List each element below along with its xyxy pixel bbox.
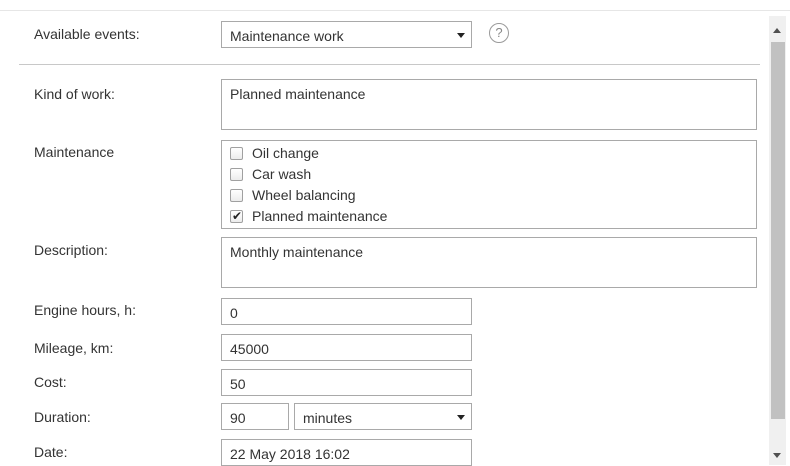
description-value: Monthly maintenance bbox=[230, 244, 364, 260]
checkbox[interactable] bbox=[230, 147, 243, 160]
check-mark-icon: ✔ bbox=[232, 209, 243, 223]
checkbox-label: Oil change bbox=[252, 145, 319, 161]
maintenance-event-form: Available events: Maintenance work ? Kin… bbox=[0, 0, 790, 466]
scrollbar-thumb[interactable] bbox=[771, 42, 785, 419]
duration-input[interactable]: 90 bbox=[221, 403, 289, 430]
duration-value: 90 bbox=[230, 410, 246, 426]
engine-hours-value: 0 bbox=[230, 305, 238, 321]
available-events-label: Available events: bbox=[34, 26, 140, 42]
mileage-label: Mileage, km: bbox=[34, 340, 114, 356]
cost-label: Cost: bbox=[34, 374, 67, 390]
help-icon[interactable]: ? bbox=[489, 23, 509, 43]
scroll-down-arrow-icon[interactable] bbox=[773, 453, 781, 458]
maintenance-label: Maintenance bbox=[34, 144, 115, 160]
chevron-down-icon bbox=[457, 33, 465, 38]
checkbox-label: Wheel balancing bbox=[252, 187, 356, 203]
engine-hours-input[interactable]: 0 bbox=[221, 298, 472, 325]
kind-of-work-field[interactable]: Planned maintenance bbox=[221, 79, 757, 130]
checkbox-checked[interactable]: ✔ bbox=[230, 209, 243, 223]
engine-hours-label: Engine hours, h: bbox=[34, 302, 136, 318]
maintenance-checklist: Oil change Car wash Wheel balancing ✔ Pl… bbox=[221, 140, 757, 229]
date-label: Date: bbox=[34, 444, 68, 460]
chevron-down-icon bbox=[457, 415, 465, 420]
cost-input[interactable]: 50 bbox=[221, 369, 472, 396]
duration-unit-value: minutes bbox=[303, 410, 353, 426]
mileage-input[interactable]: 45000 bbox=[221, 334, 472, 361]
duration-label: Duration: bbox=[34, 409, 91, 425]
section-divider bbox=[19, 64, 760, 65]
duration-unit-select[interactable]: minutes bbox=[294, 403, 472, 430]
vertical-scrollbar[interactable] bbox=[769, 16, 786, 465]
top-divider bbox=[0, 10, 790, 11]
date-value: 22 May 2018 16:02 bbox=[230, 446, 350, 462]
checkbox[interactable] bbox=[230, 168, 243, 181]
date-input[interactable]: 22 May 2018 16:02 bbox=[221, 439, 472, 466]
available-events-select[interactable]: Maintenance work bbox=[221, 21, 472, 48]
kind-of-work-value: Planned maintenance bbox=[230, 86, 366, 102]
description-field[interactable]: Monthly maintenance bbox=[221, 237, 757, 288]
description-label: Description: bbox=[34, 242, 108, 258]
checkbox[interactable] bbox=[230, 189, 243, 202]
available-events-value: Maintenance work bbox=[230, 28, 344, 44]
checkbox-label: Planned maintenance bbox=[252, 208, 388, 224]
mileage-value: 45000 bbox=[230, 341, 269, 357]
checkbox-label: Car wash bbox=[252, 166, 312, 182]
cost-value: 50 bbox=[230, 376, 246, 392]
scroll-up-arrow-icon[interactable] bbox=[773, 28, 781, 33]
kind-of-work-label: Kind of work: bbox=[34, 86, 115, 102]
